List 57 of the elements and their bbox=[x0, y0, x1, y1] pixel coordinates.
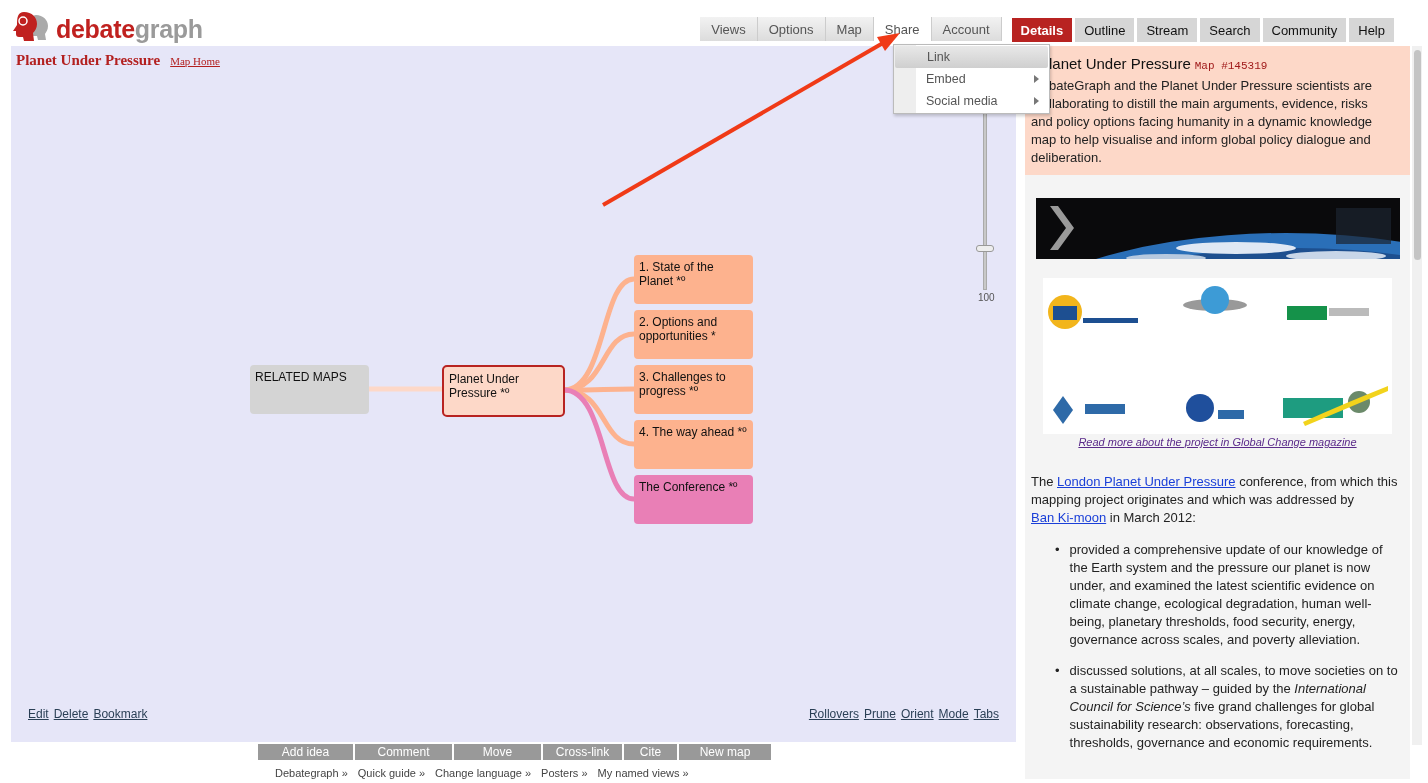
text-link[interactable]: London Planet Under Pressure bbox=[1057, 474, 1236, 489]
summary-text: bateGraph and the Planet Under Pressure scientists are bbox=[1048, 77, 1373, 95]
map-node[interactable]: Planet Under Pressure *º bbox=[442, 365, 565, 417]
map-title: Planet Under Pressure bbox=[16, 52, 161, 69]
map-link[interactable]: Tabs bbox=[973, 707, 999, 721]
menu-item[interactable]: Social media bbox=[894, 90, 1049, 112]
bullet-text: provided a comprehensive update of our knowledge of the Earth system and the pressure our planet is now under, and examined the latest scientific evidence on climate change, ecological degradation, human well-being, planetary thresholds, food security, energy, governance across scales, and poverty alleviation. bbox=[1069, 541, 1384, 649]
scrollbar[interactable] bbox=[1412, 46, 1422, 745]
magazine-link[interactable]: Read more about the project in Global Change magazine bbox=[1078, 436, 1357, 448]
panel-tab[interactable]: Community bbox=[1262, 18, 1347, 42]
nav-tab[interactable]: Account bbox=[931, 17, 1002, 41]
nav-tab[interactable]: Options bbox=[757, 17, 826, 41]
panel-tab[interactable]: Help bbox=[1349, 18, 1394, 42]
panel-tab[interactable]: Search bbox=[1200, 18, 1260, 42]
intro-paragraph: The London Planet Under Pressure conference, from which this mapping project originates and which was addressed by Ban Ki-moon in March 2012: bbox=[1031, 473, 1399, 527]
menu-item[interactable]: Embed bbox=[894, 68, 1049, 90]
menu-item[interactable]: Link bbox=[895, 46, 1048, 68]
footer-link[interactable]: My named views » bbox=[597, 767, 689, 779]
menu-label: Social media bbox=[926, 94, 998, 108]
map-id: Map #145319 bbox=[1194, 60, 1268, 72]
summary-text: llaborating to distill the main arguments, evidence, risks bbox=[1048, 95, 1369, 113]
map-link[interactable]: Prune bbox=[863, 707, 896, 721]
map-link[interactable]: Bookmark bbox=[93, 707, 148, 721]
slider-thumb[interactable] bbox=[976, 244, 994, 252]
logo-text: debategraph bbox=[56, 15, 203, 44]
panel-tab[interactable]: Stream bbox=[1137, 18, 1198, 42]
footer-link[interactable]: Quick guide » bbox=[357, 767, 426, 779]
map-node[interactable]: The Conference *º bbox=[634, 475, 753, 524]
map-node[interactable]: 1. State of the Planet *º bbox=[634, 255, 753, 304]
text-link[interactable]: Ban Ki-moon bbox=[1031, 510, 1107, 525]
menu-label: Link bbox=[927, 50, 950, 64]
footer-link[interactable]: Change language » bbox=[435, 767, 532, 779]
map-home-link[interactable]: Map Home bbox=[170, 55, 220, 67]
menu-label: Embed bbox=[926, 72, 966, 86]
bullet-marker: • bbox=[1055, 541, 1060, 559]
summary-text: map to help visualise and inform global policy dialogue and bbox=[1031, 131, 1372, 149]
nav-tab[interactable]: Map bbox=[825, 17, 874, 41]
map-node[interactable]: 4. The way ahead *º bbox=[634, 420, 753, 469]
map-link[interactable]: Edit bbox=[28, 707, 49, 721]
bullet-marker: • bbox=[1055, 662, 1060, 680]
map-link[interactable]: Orient bbox=[900, 707, 934, 721]
map-node[interactable]: 2. Options and opportunities * bbox=[634, 310, 753, 359]
panel-tab[interactable]: Outline bbox=[1075, 18, 1135, 42]
related-maps-node[interactable]: RELATED MAPS bbox=[250, 365, 369, 414]
summary-text: deliberation. bbox=[1031, 149, 1103, 167]
map-link[interactable]: Delete bbox=[53, 707, 89, 721]
footer-link[interactable]: Debategraph » bbox=[275, 767, 348, 779]
map-link[interactable]: Rollovers bbox=[808, 707, 859, 721]
nav-tab[interactable]: Views bbox=[700, 17, 758, 41]
panel-title: lanet Under Pressure bbox=[1049, 55, 1191, 72]
zoom-reading: 100 bbox=[978, 292, 995, 303]
summary-text: and policy options facing humanity in a dynamic knowledge bbox=[1031, 113, 1374, 131]
bullet-text: discussed solutions, at all scales, to move societies on to a sustainable pathway – guided by the International Council for Science’s five grand challenges for global sustainability research: observations, forecasting, thresholds, governance and economic requirements. bbox=[1069, 662, 1399, 752]
map-node[interactable]: 3. Challenges to progress *º bbox=[634, 365, 753, 414]
map-link[interactable]: Mode bbox=[938, 707, 969, 721]
footer-link[interactable]: Posters » bbox=[541, 767, 588, 779]
panel-tab[interactable]: Details bbox=[1011, 18, 1073, 42]
